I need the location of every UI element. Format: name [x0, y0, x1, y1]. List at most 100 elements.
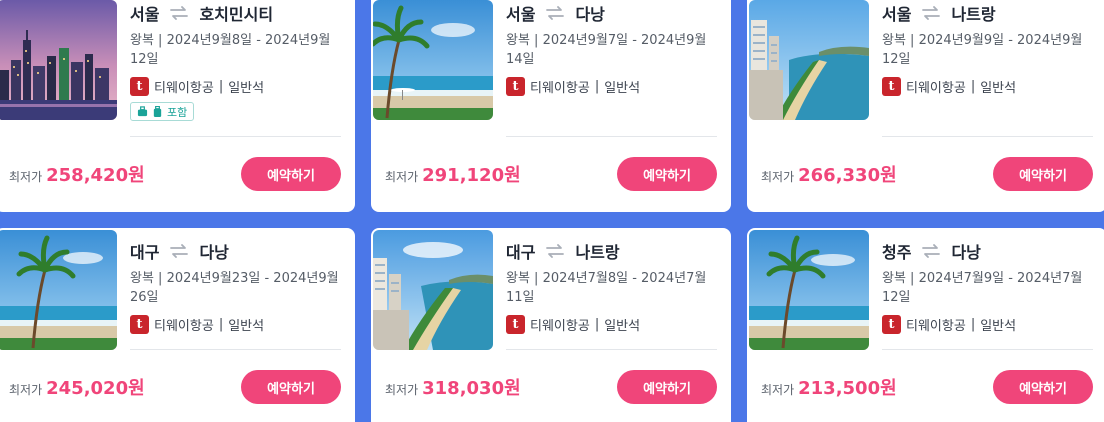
- book-button[interactable]: 예약하기: [993, 370, 1093, 404]
- airline-info: t 티웨이항공 | 일반석: [130, 313, 341, 335]
- cabin-class: 일반석: [228, 80, 265, 96]
- round-trip-icon: [546, 6, 565, 20]
- airline-name: 티웨이항공: [154, 318, 214, 334]
- separator: |: [594, 316, 600, 332]
- round-trip-icon: [170, 244, 189, 258]
- deal-card[interactable]: 서울 다낭 왕복 | 2024년9월7일 - 2024년9월14일 t 티웨이항…: [371, 0, 731, 212]
- lowest-price: 최저가 291,120원: [385, 161, 521, 187]
- lowest-price: 최저가 258,420원: [9, 161, 145, 187]
- separator: |: [218, 316, 224, 332]
- round-trip-icon: [546, 244, 565, 258]
- airline-name: 티웨이항공: [530, 318, 590, 334]
- destination-photo: [0, 230, 117, 350]
- route: 서울 호치민시티: [130, 1, 341, 25]
- route: 청주 다낭: [882, 239, 1093, 263]
- price-value: 245,020원: [46, 378, 145, 399]
- airline-info: t 티웨이항공 | 일반석: [130, 75, 341, 97]
- trip-dates: 왕복 | 2024년9월7일 - 2024년9월14일: [506, 33, 707, 67]
- airline-logo-icon: t: [506, 314, 525, 334]
- price-label: 최저가: [385, 383, 419, 397]
- destination-city: 다낭: [199, 243, 229, 262]
- divider: [882, 136, 1093, 137]
- book-button[interactable]: 예약하기: [241, 157, 341, 191]
- deal-card[interactable]: 서울 호치민시티 왕복 | 2024년9월8일 - 2024년9월12일 t 티…: [0, 0, 355, 212]
- trip-dates: 왕복 | 2024년9월23일 - 2024년9월26일: [130, 271, 339, 305]
- price-value: 213,500원: [798, 378, 897, 399]
- cabin-class: 일반석: [228, 318, 265, 334]
- lowest-price: 최저가 266,330원: [761, 161, 897, 187]
- baggage-label: 포함: [167, 105, 188, 119]
- cabin-class: 일반석: [980, 80, 1017, 96]
- destination-city: 다낭: [575, 5, 605, 24]
- price-value: 266,330원: [798, 165, 897, 186]
- destination-city: 호치민시티: [199, 5, 274, 24]
- airline-info: t 티웨이항공 | 일반석: [882, 313, 1093, 335]
- price-label: 최저가: [9, 383, 43, 397]
- price-value: 318,030원: [422, 378, 521, 399]
- destination-photo: [0, 0, 117, 120]
- separator: |: [594, 78, 600, 94]
- price-label: 최저가: [385, 170, 419, 184]
- origin-city: 대구: [130, 243, 160, 262]
- trip-dates: 왕복 | 2024년9월8일 - 2024년9월12일: [130, 33, 331, 67]
- route: 대구 나트랑: [506, 239, 717, 263]
- deal-card[interactable]: 대구 다낭 왕복 | 2024년9월23일 - 2024년9월26일 t 티웨이…: [0, 228, 355, 422]
- book-button[interactable]: 예약하기: [617, 157, 717, 191]
- airline-logo-icon: t: [130, 76, 149, 96]
- cabin-class: 일반석: [604, 318, 641, 334]
- price-label: 최저가: [761, 383, 795, 397]
- airline-name: 티웨이항공: [154, 80, 214, 96]
- trip-dates: 왕복 | 2024년7월9일 - 2024년7월12일: [882, 271, 1083, 305]
- destination-city: 나트랑: [951, 5, 996, 24]
- checked-bag-icon: [153, 106, 162, 117]
- price-value: 291,120원: [422, 165, 521, 186]
- lowest-price: 최저가 318,030원: [385, 374, 521, 400]
- round-trip-icon: [922, 244, 941, 258]
- trip-dates: 왕복 | 2024년7월8일 - 2024년7월11일: [506, 271, 707, 305]
- origin-city: 청주: [882, 243, 912, 262]
- cabin-class: 일반석: [604, 80, 641, 96]
- divider: [130, 349, 341, 350]
- book-button[interactable]: 예약하기: [993, 157, 1093, 191]
- divider: [882, 349, 1093, 350]
- divider: [130, 136, 341, 137]
- destination-city: 나트랑: [575, 243, 620, 262]
- round-trip-icon: [170, 6, 189, 20]
- round-trip-icon: [922, 6, 941, 20]
- airline-name: 티웨이항공: [906, 80, 966, 96]
- separator: |: [970, 78, 976, 94]
- price-label: 최저가: [9, 170, 43, 184]
- deal-card[interactable]: 서울 나트랑 왕복 | 2024년9월9일 - 2024년9월12일 t 티웨이…: [747, 0, 1104, 212]
- airline-logo-icon: t: [882, 76, 901, 96]
- origin-city: 서울: [882, 5, 912, 24]
- destination-city: 다낭: [951, 243, 981, 262]
- cabin-class: 일반석: [980, 318, 1017, 334]
- destination-photo: [373, 230, 493, 350]
- separator: |: [218, 78, 224, 94]
- book-button[interactable]: 예약하기: [241, 370, 341, 404]
- route: 서울 다낭: [506, 1, 717, 25]
- airline-logo-icon: t: [506, 76, 525, 96]
- airline-name: 티웨이항공: [906, 318, 966, 334]
- carry-on-bag-icon: [137, 106, 148, 117]
- airline-logo-icon: t: [882, 314, 901, 334]
- deal-card[interactable]: 대구 나트랑 왕복 | 2024년7월8일 - 2024년7월11일 t 티웨이…: [371, 228, 731, 422]
- airline-info: t 티웨이항공 | 일반석: [506, 75, 717, 97]
- price-label: 최저가: [761, 170, 795, 184]
- book-button[interactable]: 예약하기: [617, 370, 717, 404]
- airline-info: t 티웨이항공 | 일반석: [882, 75, 1093, 97]
- origin-city: 서울: [506, 5, 536, 24]
- origin-city: 대구: [506, 243, 536, 262]
- trip-dates: 왕복 | 2024년9월9일 - 2024년9월12일: [882, 33, 1083, 67]
- origin-city: 서울: [130, 5, 160, 24]
- baggage-badge: 포함: [130, 102, 195, 121]
- destination-photo: [373, 0, 493, 120]
- destination-photo: [749, 0, 869, 120]
- route: 서울 나트랑: [882, 1, 1093, 25]
- price-value: 258,420원: [46, 165, 145, 186]
- airline-name: 티웨이항공: [530, 80, 590, 96]
- destination-photo: [749, 230, 869, 350]
- deal-card[interactable]: 청주 다낭 왕복 | 2024년7월9일 - 2024년7월12일 t 티웨이항…: [747, 228, 1104, 422]
- lowest-price: 최저가 213,500원: [761, 374, 897, 400]
- separator: |: [970, 316, 976, 332]
